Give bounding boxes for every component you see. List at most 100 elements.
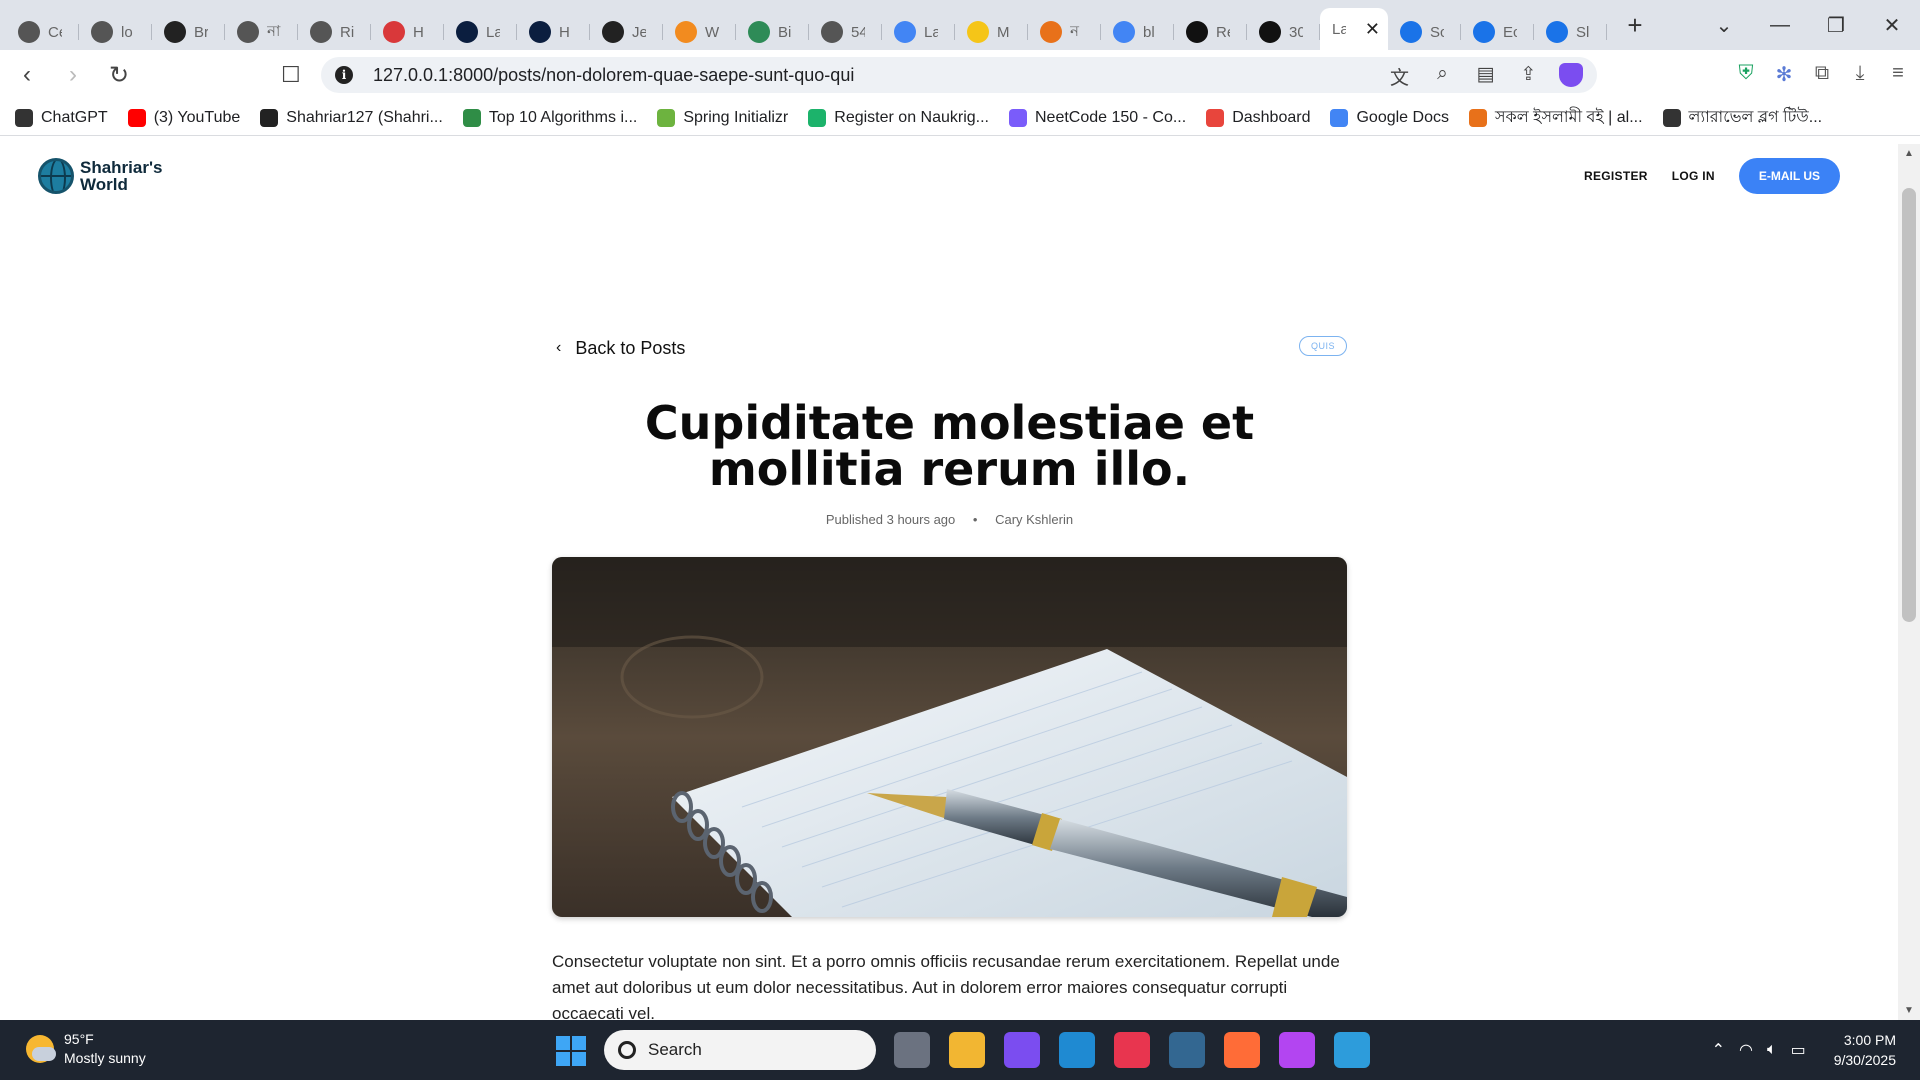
nsu-icon <box>383 21 405 43</box>
bookmark-item[interactable]: Top 10 Algorithms i... <box>462 108 638 127</box>
github-icon <box>164 21 186 43</box>
bookmark-item[interactable]: (3) YouTube <box>127 108 240 127</box>
bookmark-label: Top 10 Algorithms i... <box>488 108 638 126</box>
back-icon[interactable]: ‹ <box>8 61 46 89</box>
chevron-left-icon[interactable]: ‹ <box>556 339 561 357</box>
chevron-up-icon[interactable]: ⌃ <box>1712 1040 1725 1060</box>
scroll-up-icon[interactable]: ▲ <box>1898 148 1920 159</box>
volume-icon[interactable]: 🔈︎ <box>1767 1041 1777 1059</box>
browser-tab[interactable]: Ri <box>298 14 371 50</box>
browser-tab[interactable]: 30 <box>1247 14 1320 50</box>
weather-widget[interactable]: 95°F Mostly sunny <box>26 1030 146 1068</box>
adblock-extension-icon[interactable]: ⛨ <box>1734 62 1758 87</box>
scroll-down-icon[interactable]: ▼ <box>1898 1005 1920 1016</box>
system-clock[interactable]: 3:00 PM 9/30/2025 <box>1834 1030 1896 1070</box>
openai-icon <box>91 21 113 43</box>
browser-tab[interactable]: La <box>882 14 955 50</box>
wifi-icon[interactable]: ◠ <box>1739 1040 1753 1060</box>
translate-icon <box>748 21 770 43</box>
temperature: 95°F <box>64 1031 94 1047</box>
address-bar[interactable]: i 127.0.0.1:8000/posts/non-dolorem-quae-… <box>321 57 1597 93</box>
close-tab-icon[interactable]: ✕ <box>1365 19 1380 40</box>
battery-icon[interactable]: ▭ <box>1791 1040 1806 1060</box>
tab-title: La <box>924 23 938 41</box>
bookmark-page-icon[interactable]: ☐ <box>281 62 301 88</box>
url-text[interactable]: 127.0.0.1:8000/posts/non-dolorem-quae-sa… <box>373 65 854 86</box>
brave-shield-icon[interactable] <box>1559 63 1583 87</box>
restore-button[interactable]: ❐ <box>1808 13 1864 38</box>
search-label[interactable]: Search <box>648 1040 702 1060</box>
taskbar-search[interactable]: Search <box>604 1030 876 1070</box>
openai-icon <box>237 21 259 43</box>
site-info-icon[interactable]: i <box>335 66 353 84</box>
browser-tab[interactable]: M <box>955 14 1028 50</box>
site-logo[interactable]: Shahriar's World <box>38 158 162 194</box>
category-tag[interactable]: QUIS <box>1298 336 1347 356</box>
postgres-icon[interactable] <box>1169 1032 1205 1068</box>
reload-icon[interactable]: ↻ <box>100 61 138 90</box>
email-us-button[interactable]: E-MAIL US <box>1738 158 1840 194</box>
browser-tab[interactable]: La <box>444 14 517 50</box>
openai-icon <box>18 21 40 43</box>
vscode-icon[interactable] <box>1059 1032 1095 1068</box>
browser-tab[interactable]: Bi <box>736 14 809 50</box>
bookmark-item[interactable]: ChatGPT <box>15 108 108 127</box>
zoom-icon[interactable]: ⌕ <box>1430 63 1455 90</box>
tab-title: La <box>1332 20 1346 38</box>
bookmark-item[interactable]: Dashboard <box>1206 108 1310 127</box>
bookmark-item[interactable]: NeetCode 150 - Co... <box>1009 108 1186 127</box>
browser-tab[interactable]: Ce <box>6 14 79 50</box>
windows-start-icon[interactable] <box>556 1036 586 1066</box>
bookmark-item[interactable]: ল্যারাভেল ব্লগ টিউ... <box>1662 104 1822 131</box>
bookmark-item[interactable]: Register on Naukrig... <box>808 108 989 127</box>
browser-tab[interactable]: Ec <box>1461 14 1534 50</box>
bookmark-item[interactable]: Shahriar127 (Shahri... <box>260 108 443 127</box>
browser-tab[interactable]: না <box>225 14 298 50</box>
intellij-icon[interactable] <box>1114 1032 1150 1068</box>
forward-icon[interactable]: › <box>54 61 92 89</box>
browser-tab[interactable]: Re <box>1174 14 1247 50</box>
browser-tab[interactable]: ন <box>1028 14 1101 50</box>
post-author[interactable]: Cary Kshlerin <box>995 512 1073 527</box>
tab-search-icon[interactable]: ⌄ <box>1696 13 1752 38</box>
tab-title: W <box>705 23 719 41</box>
back-to-posts-link[interactable]: Back to Posts <box>575 338 685 359</box>
file-explorer-icon[interactable] <box>949 1032 985 1068</box>
browser-tab[interactable]: Sc <box>1388 14 1461 50</box>
extensions-icon[interactable]: ⧉ <box>1810 62 1834 87</box>
brave-vpn-icon[interactable] <box>1004 1032 1040 1068</box>
menu-icon[interactable]: ≡ <box>1886 62 1910 87</box>
bookmark-item[interactable]: সকল ইসলামী বই | al... <box>1468 104 1643 131</box>
reader-mode-icon[interactable]: ▤ <box>1473 63 1498 90</box>
photos-icon[interactable] <box>1334 1032 1370 1068</box>
browser-tab[interactable]: bl <box>1101 14 1174 50</box>
close-window-button[interactable]: ✕ <box>1864 13 1920 38</box>
register-link[interactable]: REGISTER <box>1584 169 1648 183</box>
page-scrollbar[interactable]: ▲ ▼ <box>1898 144 1920 1020</box>
bookmark-item[interactable]: Google Docs <box>1330 108 1449 127</box>
browser-tab[interactable]: Je <box>590 14 663 50</box>
task-view-icon[interactable] <box>894 1032 930 1068</box>
tab-title: La <box>486 23 500 41</box>
forms-icon <box>1546 21 1568 43</box>
browser-tab[interactable]: Sl <box>1534 14 1607 50</box>
share-icon[interactable]: ⇪ <box>1516 63 1541 90</box>
globe-icon <box>38 158 74 194</box>
scrollbar-thumb[interactable] <box>1902 188 1916 622</box>
downloads-icon[interactable]: ⤓ <box>1848 62 1872 87</box>
browser-tab[interactable]: 54 <box>809 14 882 50</box>
translate-icon[interactable]: 文 <box>1387 63 1412 90</box>
browser-tab[interactable]: H <box>371 14 444 50</box>
browser-tab[interactable]: La ✕ <box>1320 8 1388 50</box>
settings-extension-icon[interactable]: ✻ <box>1772 62 1796 87</box>
phpstorm-icon[interactable] <box>1279 1032 1315 1068</box>
browser-tab[interactable]: H <box>517 14 590 50</box>
postman-icon[interactable] <box>1224 1032 1260 1068</box>
browser-tab[interactable]: lo <box>79 14 152 50</box>
bookmark-item[interactable]: Spring Initializr <box>657 108 788 127</box>
minimize-button[interactable]: — <box>1752 14 1808 37</box>
login-link[interactable]: LOG IN <box>1672 169 1715 183</box>
browser-tab[interactable]: Br <box>152 14 225 50</box>
browser-tab[interactable]: W <box>663 14 736 50</box>
new-tab-button[interactable]: + <box>1613 10 1657 41</box>
